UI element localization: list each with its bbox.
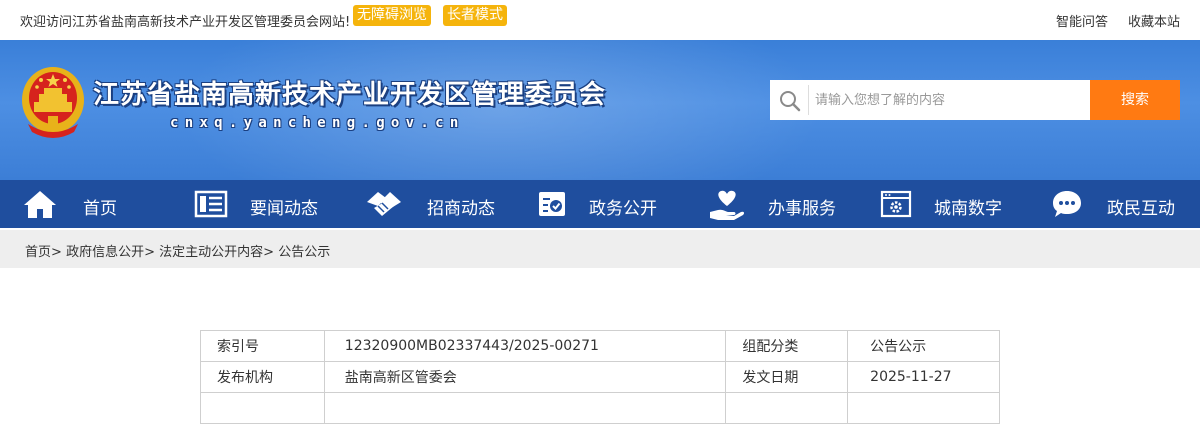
search-button[interactable]: 搜索 [1090,80,1180,120]
document-check-icon [539,192,565,216]
search-input[interactable] [815,88,1075,112]
nav-label-investment: 招商动态 [427,199,495,219]
nav-label-services: 办事服务 [768,199,836,219]
nav-item-digital[interactable]: 城南数字 [870,180,1040,228]
meta-value-category: 公告公示 [847,330,1000,362]
header-banner: 江苏省盐南高新技术产业开发区管理委员会 cnxq.yancheng.gov.cn… [0,40,1200,180]
heart-hand-icon [710,190,745,220]
nav-label-government: 政务公开 [589,199,657,219]
news-icon [194,190,228,218]
meta-key-date: 发文日期 [725,361,849,393]
smart-qa-link[interactable]: 智能问答 [1056,11,1108,30]
nav-item-home[interactable]: 首页 [0,180,170,228]
nav-item-interaction[interactable]: 政民互动 [1040,180,1200,228]
meta-value-empty [847,392,1000,424]
meta-key-publisher: 发布机构 [200,361,325,393]
breadcrumb-separator: > [51,245,62,260]
meta-key-empty [200,392,325,424]
main-nav: 首页 要闻动态 招商动态 政务公开 办事服务 城南数字 政民互动 [0,180,1200,228]
nav-item-news[interactable]: 要闻动态 [170,180,340,228]
search-divider [808,85,809,115]
nav-item-government[interactable]: 政务公开 [520,180,690,228]
digital-gear-icon [880,190,912,218]
table-row [200,392,1000,424]
site-domain: cnxq.yancheng.gov.cn [170,115,465,131]
breadcrumb-statutory[interactable]: 法定主动公开内容 [159,245,263,260]
chat-icon [1053,191,1081,217]
breadcrumb-home[interactable]: 首页 [25,245,51,260]
home-icon [24,191,56,218]
meta-key-empty [725,392,849,424]
meta-value-publisher: 盐南高新区管委会 [323,361,727,393]
nav-label-digital: 城南数字 [934,199,1002,219]
search-box [770,80,1090,120]
meta-key-category: 组配分类 [725,330,849,362]
document-meta-table: 索引号 12320900MB02337443/2025-00271 组配分类 公… [200,330,1000,424]
welcome-text: 欢迎访问江苏省盐南高新技术产业开发区管理委员会网站! [20,15,351,30]
nav-item-services[interactable]: 办事服务 [690,180,870,228]
breadcrumb-announcements[interactable]: 公告公示 [278,245,330,260]
breadcrumb-gov-info[interactable]: 政府信息公开 [66,245,144,260]
search-icon[interactable] [776,88,804,112]
breadcrumb-separator: > [144,245,155,260]
accessibility-button[interactable]: 无障碍浏览 [353,5,431,26]
elder-mode-button[interactable]: 长者模式 [443,5,507,26]
handshake-icon [367,192,401,216]
meta-value-index: 12320900MB02337443/2025-00271 [323,330,727,362]
nav-label-interaction: 政民互动 [1107,199,1175,219]
bookmark-link[interactable]: 收藏本站 [1128,11,1180,30]
meta-value-empty [323,392,727,424]
site-title: 江苏省盐南高新技术产业开发区管理委员会 [93,80,607,110]
nav-item-investment[interactable]: 招商动态 [340,180,520,228]
breadcrumb-separator: > [263,245,275,260]
top-bar: 欢迎访问江苏省盐南高新技术产业开发区管理委员会网站! 无障碍浏览 长者模式 智能… [0,0,1200,40]
nav-label-home: 首页 [83,199,117,219]
nav-label-news: 要闻动态 [250,199,318,219]
table-row: 发布机构 盐南高新区管委会 发文日期 2025-11-27 [200,361,1000,393]
breadcrumb: 首页> 政府信息公开> 法定主动公开内容> 公告公示 [25,241,330,260]
table-row: 索引号 12320900MB02337443/2025-00271 组配分类 公… [200,330,1000,362]
national-emblem-icon [22,67,84,138]
meta-value-date: 2025-11-27 [847,361,1000,393]
meta-key-index: 索引号 [200,330,325,362]
breadcrumb-bar: 首页> 政府信息公开> 法定主动公开内容> 公告公示 [0,230,1200,268]
